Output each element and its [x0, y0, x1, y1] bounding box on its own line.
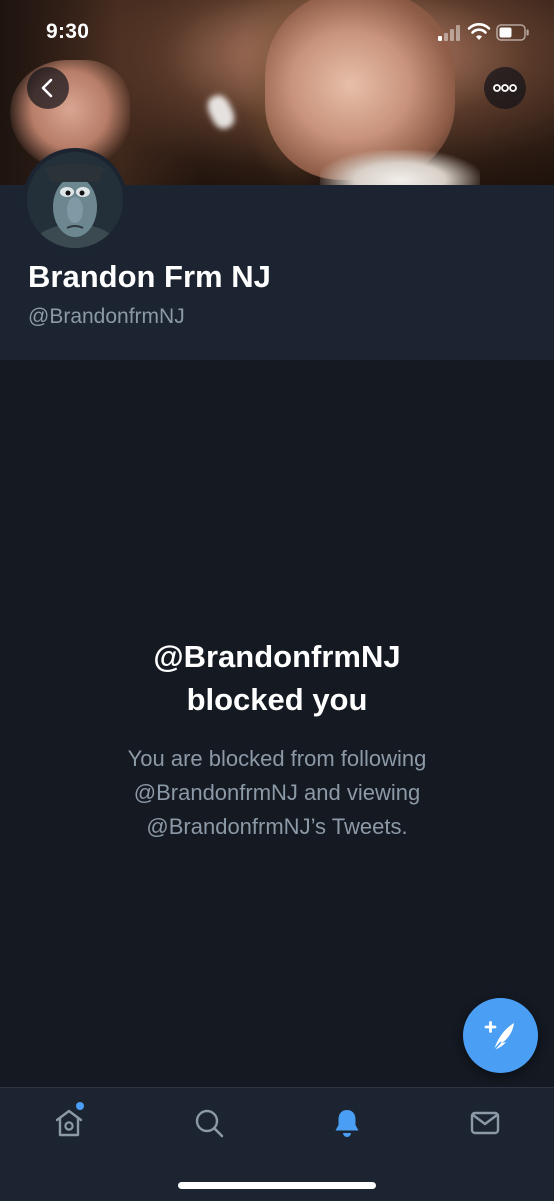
- tab-notifications[interactable]: [330, 1106, 364, 1140]
- profile-handle: @BrandonfrmNJ: [28, 305, 185, 328]
- back-button[interactable]: [27, 67, 69, 109]
- home-icon: [55, 1109, 83, 1137]
- wifi-icon: [467, 23, 491, 40]
- search-icon: [195, 1109, 224, 1138]
- more-horizontal-icon: [493, 84, 517, 92]
- home-indicator[interactable]: [178, 1182, 376, 1189]
- new-content-dot: [76, 1102, 84, 1110]
- mail-icon: [470, 1111, 500, 1135]
- blocked-description-line: You are blocked from following: [127, 746, 427, 771]
- blocked-title-text: blocked you: [186, 682, 368, 717]
- tab-messages[interactable]: [468, 1106, 502, 1140]
- status-bar: 9:30: [0, 0, 554, 66]
- blocked-description-line: @BrandonfrmNJ and viewing: [133, 780, 421, 805]
- more-options-button[interactable]: [484, 67, 526, 109]
- battery-icon: [496, 24, 529, 41]
- tab-home[interactable]: [52, 1102, 86, 1140]
- tab-search[interactable]: [192, 1106, 226, 1140]
- blocked-title-handle: @BrandonfrmNJ: [153, 639, 401, 674]
- compose-tweet-icon: [484, 1021, 514, 1051]
- chevron-left-icon: [41, 78, 53, 98]
- blocked-description: You are blocked from following @Brandonf…: [60, 742, 494, 844]
- profile-avatar[interactable]: [23, 148, 127, 252]
- bell-icon: [335, 1110, 359, 1137]
- blocked-description-line: @BrandonfrmNJ’s Tweets.: [146, 814, 408, 839]
- compose-tweet-button[interactable]: [463, 998, 538, 1073]
- status-time: 9:30: [46, 20, 90, 43]
- cellular-signal-icon: [438, 24, 462, 41]
- blocked-title: @BrandonfrmNJ blocked you: [0, 635, 554, 721]
- profile-display-name: Brandon Frm NJ: [28, 259, 271, 294]
